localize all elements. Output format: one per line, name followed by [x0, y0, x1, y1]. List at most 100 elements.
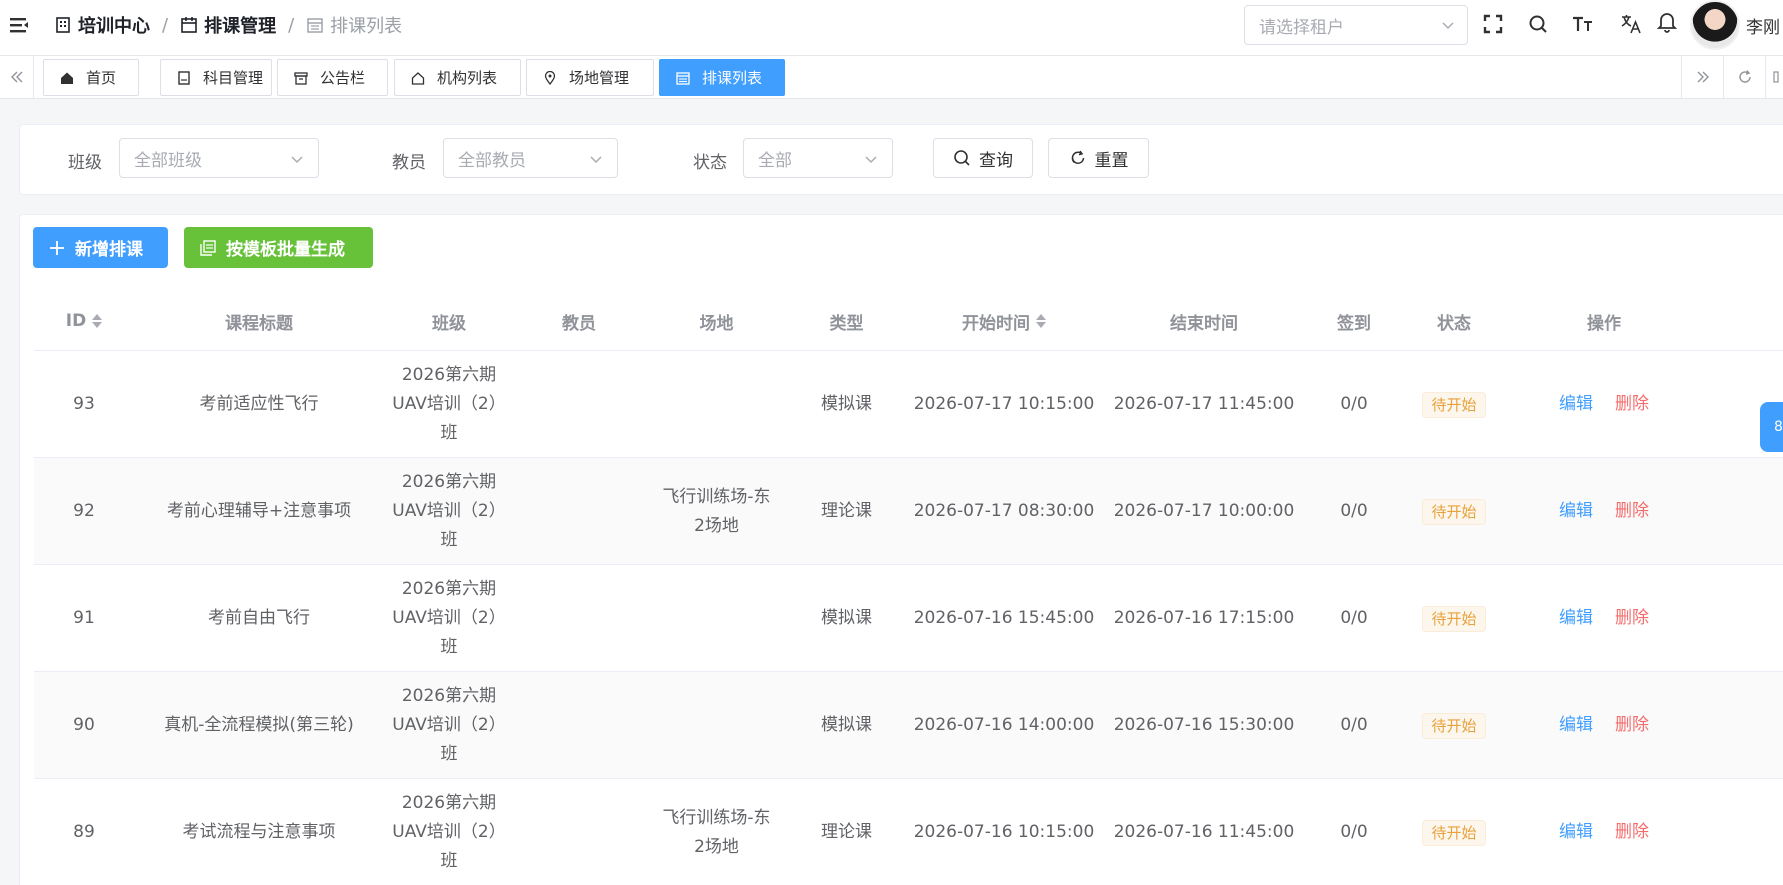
sort-icon[interactable]: [1036, 313, 1046, 329]
chevron-down-icon: [291, 156, 303, 164]
cell-type: 理论课: [821, 501, 872, 521]
batch-generate-label: 按模板批量生成: [226, 240, 345, 260]
top-header: 培训中心 / 排课管理 / 排课列表 请选择租户 李刚: [0, 0, 1783, 56]
status-filter-select[interactable]: 全部: [743, 138, 893, 178]
tab-label: 首页: [86, 69, 117, 87]
cell-id: 89: [73, 822, 95, 842]
class-filter-placeholder: 全部班级: [134, 150, 202, 171]
column-header-checkin: 签到: [1304, 291, 1404, 351]
class-line: 班: [440, 530, 458, 550]
translate-icon[interactable]: [1619, 12, 1643, 36]
class-line: 班: [440, 851, 458, 871]
query-button-label: 查询: [979, 150, 1013, 171]
class-filter-select[interactable]: 全部班级: [119, 138, 319, 178]
column-header-type: 类型: [789, 291, 904, 351]
cell-actions: 编辑 删除: [1504, 458, 1704, 565]
delete-link[interactable]: 删除: [1615, 604, 1649, 633]
cell-end-time: 2026-07-16 17:15:00: [1113, 608, 1295, 628]
cell-actions: 编辑 删除: [1504, 672, 1704, 779]
menu-toggle-icon[interactable]: [8, 14, 30, 36]
edit-link[interactable]: 编辑: [1559, 604, 1593, 633]
batch-generate-button[interactable]: 按模板批量生成: [184, 227, 373, 268]
breadcrumb-item-training-center[interactable]: 培训中心: [54, 12, 150, 38]
status-badge: 待开始: [1422, 391, 1486, 418]
class-line: 2026第六期: [401, 472, 497, 492]
table-row: 89 考试流程与注意事项 2026第六期 UAV培训（2） 班 飞行训练场-东 …: [34, 779, 1783, 885]
fullscreen-icon[interactable]: [1481, 12, 1505, 36]
edit-link[interactable]: 编辑: [1559, 497, 1593, 526]
reset-button[interactable]: 重置: [1048, 138, 1149, 178]
cell-class: 2026第六期 UAV培训（2） 班: [384, 351, 514, 458]
cell-class: 2026第六期 UAV培训（2） 班: [384, 672, 514, 779]
teacher-filter-select[interactable]: 全部教员: [443, 138, 618, 178]
search-icon: [954, 150, 970, 166]
edit-link[interactable]: 编辑: [1559, 711, 1593, 740]
book-icon: [178, 70, 190, 85]
add-schedule-button[interactable]: 新增排课: [33, 227, 168, 268]
column-header-venue: 场地: [644, 291, 789, 351]
column-header-label: 场地: [699, 313, 734, 334]
status-badge: 待开始: [1422, 712, 1486, 739]
cell-start-time: 2026-07-17 10:15:00: [913, 394, 1095, 414]
sort-icon[interactable]: [92, 313, 103, 329]
cell-venue: [644, 351, 789, 458]
breadcrumb-label: 培训中心: [78, 16, 150, 37]
chevron-down-icon: [865, 156, 877, 164]
breadcrumb-item-schedule-management[interactable]: 排课管理: [180, 12, 276, 38]
username[interactable]: 李刚: [1746, 13, 1780, 38]
tabs-scroll-right-icon[interactable]: [1681, 56, 1723, 98]
bell-icon[interactable]: [1655, 10, 1679, 34]
class-line: UAV培训（2）: [392, 608, 506, 628]
cell-type: 模拟课: [821, 715, 872, 735]
class-filter-label: 班级: [68, 153, 102, 173]
status-filter-label: 状态: [693, 153, 727, 173]
search-icon[interactable]: [1526, 12, 1550, 36]
cell-status: 待开始: [1404, 779, 1504, 885]
breadcrumb: 培训中心 / 排课管理 / 排课列表: [54, 0, 402, 50]
tab-institution-list[interactable]: 机构列表: [394, 59, 521, 96]
calendar-icon: [181, 17, 197, 33]
cell-class: 2026第六期 UAV培训（2） 班: [384, 458, 514, 565]
delete-link[interactable]: 删除: [1615, 497, 1649, 526]
tab-schedule-list[interactable]: 排课列表: [659, 59, 785, 96]
floating-side-button[interactable]: 8: [1760, 402, 1783, 452]
cell-venue: [644, 672, 789, 779]
venue-line: 飞行训练场-东: [662, 807, 771, 828]
tab-label: 排课列表: [702, 69, 763, 87]
table-row: 90 真机-全流程模拟(第三轮) 2026第六期 UAV培训（2） 班 模拟课 …: [34, 672, 1783, 779]
column-header-label: 班级: [432, 313, 466, 334]
column-header-id[interactable]: ID: [34, 291, 134, 351]
refresh-icon[interactable]: [1723, 56, 1765, 98]
cell-teacher: [514, 672, 644, 779]
cell-end-time: 2026-07-17 11:45:00: [1113, 394, 1295, 414]
tab-label: 机构列表: [437, 69, 498, 87]
cell-venue: [644, 565, 789, 672]
cell-end-time: 2026-07-17 10:00:00: [1113, 501, 1295, 521]
tab-venue-management[interactable]: 场地管理: [526, 59, 654, 96]
query-button[interactable]: 查询: [933, 138, 1033, 178]
venue-line: 飞行训练场-东: [662, 486, 771, 507]
tab-home[interactable]: 首页: [43, 59, 139, 96]
column-header-start-time[interactable]: 开始时间: [904, 291, 1104, 351]
edit-link[interactable]: 编辑: [1559, 390, 1593, 419]
column-header-teacher: 教员: [514, 291, 644, 351]
edit-link[interactable]: 编辑: [1559, 818, 1593, 847]
delete-link[interactable]: 删除: [1615, 818, 1649, 847]
tab-subject-management[interactable]: 科目管理: [160, 59, 272, 96]
avatar[interactable]: [1690, 0, 1740, 50]
cell-type: 理论课: [821, 822, 872, 842]
cell-status: 待开始: [1404, 672, 1504, 779]
column-header-class: 班级: [384, 291, 514, 351]
calendar-icon: [676, 71, 690, 85]
tabs-menu-icon[interactable]: [1765, 56, 1783, 98]
cell-checkin: 0/0: [1340, 394, 1368, 414]
cell-title: 考前适应性飞行: [199, 394, 319, 414]
table-header: ID 课程标题 班级 教员 场地 类型 开始时间 结束时间 签到 状态 操作: [34, 291, 1783, 351]
tenant-select[interactable]: 请选择租户: [1244, 5, 1468, 45]
delete-link[interactable]: 删除: [1615, 711, 1649, 740]
tab-bulletin[interactable]: 公告栏: [277, 59, 388, 96]
tabs-scroll-left-icon[interactable]: [0, 56, 34, 98]
cell-status: 待开始: [1404, 458, 1504, 565]
delete-link[interactable]: 删除: [1615, 390, 1649, 419]
font-size-icon[interactable]: [1571, 12, 1595, 36]
